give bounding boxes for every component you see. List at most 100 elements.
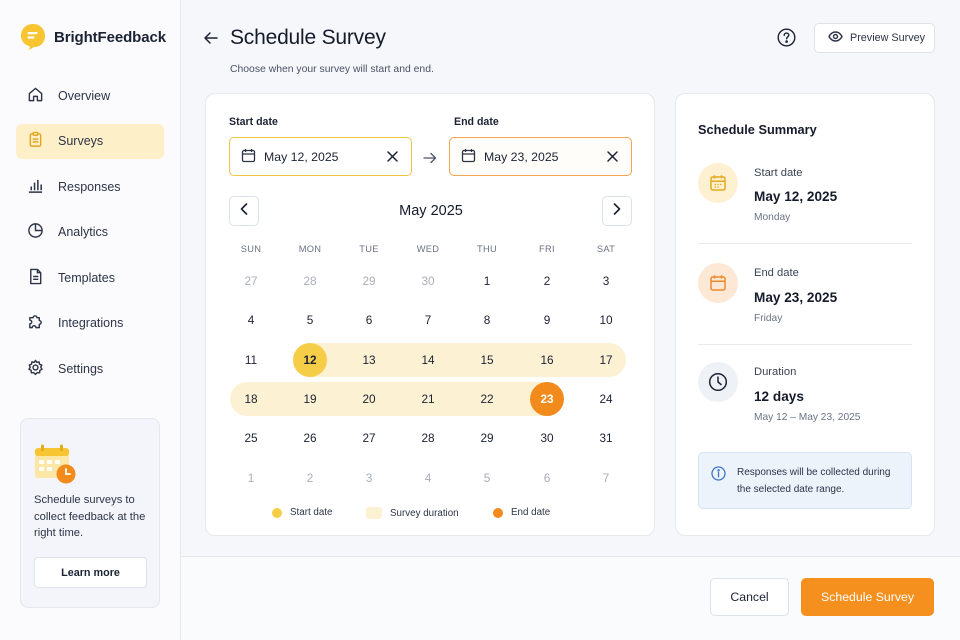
end-date-field[interactable]: May 23, 2025 [449, 137, 632, 176]
page-subtitle: Choose when your survey will start and e… [230, 64, 434, 75]
calendar-day[interactable]: 17 [589, 343, 623, 377]
calendar-day[interactable]: 5 [470, 461, 504, 495]
summary-end-value: May 23, 2025 [754, 290, 838, 305]
calendar-day[interactable]: 1 [470, 264, 504, 298]
preview-survey-button[interactable]: Preview Survey [814, 23, 935, 53]
end-date-swatch [493, 507, 503, 518]
calendar-day[interactable]: 24 [589, 382, 623, 416]
calendar-day[interactable]: 21 [411, 382, 445, 416]
calendar-icon [241, 148, 256, 166]
calendar-day[interactable]: 14 [411, 343, 445, 377]
calendar-day[interactable]: 15 [470, 343, 504, 377]
calendar-day[interactable]: 16 [530, 343, 564, 377]
weekday-header: WED [416, 244, 440, 254]
calendar-day[interactable]: 10 [589, 303, 623, 337]
calendar-day[interactable]: 27 [352, 421, 386, 455]
calendar-day[interactable]: 30 [530, 421, 564, 455]
sidebar-item-overview[interactable]: Overview [16, 78, 164, 113]
calendar-day[interactable]: 28 [411, 421, 445, 455]
calendar-day[interactable]: 3 [352, 461, 386, 495]
calendar-day[interactable]: 25 [234, 421, 268, 455]
weekday-header: TUE [359, 244, 379, 254]
schedule-summary-card: Schedule Summary Start date May 12, 2025… [675, 93, 935, 536]
clear-start-date-icon[interactable] [386, 150, 399, 163]
sidebar-nav: Overview Surveys Responses Analytics Tem… [16, 78, 164, 397]
sidebar-item-label: Surveys [58, 134, 104, 148]
summary-end-label: End date [754, 267, 799, 279]
calendar-day[interactable]: 29 [352, 264, 386, 298]
sidebar-item-integrations[interactable]: Integrations [16, 306, 164, 341]
calendar-day-end[interactable]: 23 [530, 382, 564, 416]
promo-card: Schedule surveys to collect feedback at … [20, 418, 160, 608]
cancel-button[interactable]: Cancel [710, 578, 789, 616]
selected-range-band [293, 343, 626, 377]
back-arrow-icon[interactable] [203, 30, 219, 46]
calendar-day[interactable]: 27 [234, 264, 268, 298]
clock-icon [698, 362, 738, 402]
sidebar-item-label: Integrations [58, 316, 124, 330]
clear-end-date-icon[interactable] [606, 150, 619, 163]
calendar-day[interactable]: 29 [470, 421, 504, 455]
chevron-right-icon [613, 202, 621, 220]
calendar-day[interactable]: 4 [411, 461, 445, 495]
sidebar-item-responses[interactable]: Responses [16, 169, 164, 204]
calendar-day[interactable]: 6 [352, 303, 386, 337]
pie-chart-icon [27, 222, 44, 242]
sidebar-item-label: Overview [58, 88, 111, 103]
calendar-day[interactable]: 2 [530, 264, 564, 298]
sidebar-item-label: Responses [58, 179, 121, 194]
promo-text: Schedule surveys to collect feedback at … [34, 494, 146, 539]
start-date-value: May 12, 2025 [264, 149, 339, 164]
calendar-day[interactable]: 9 [530, 303, 564, 337]
start-date-field[interactable]: May 12, 2025 [229, 137, 412, 176]
calendar-day[interactable]: 5 [293, 303, 327, 337]
calendar-day-start[interactable]: 12 [293, 343, 327, 377]
calendar-day[interactable]: 30 [411, 264, 445, 298]
legend-duration: Survey duration [366, 507, 459, 519]
calendar-day[interactable]: 6 [530, 461, 564, 495]
calendar-day[interactable]: 13 [352, 343, 386, 377]
calendar-day[interactable]: 3 [589, 264, 623, 298]
app-name: BrightFeedback [54, 28, 166, 46]
calendar-day[interactable]: 26 [293, 421, 327, 455]
start-date-label: Start date [229, 116, 278, 128]
calendar-day[interactable]: 7 [411, 303, 445, 337]
info-notice: Responses will be collected during the s… [698, 452, 912, 509]
weekday-header: SAT [596, 244, 616, 254]
calendar-day[interactable]: 8 [470, 303, 504, 337]
sidebar-item-label: Analytics [58, 225, 109, 239]
help-icon[interactable] [777, 28, 796, 47]
sidebar-item-surveys[interactable]: Surveys [16, 123, 164, 159]
calendar-day[interactable]: 19 [293, 382, 327, 416]
end-date-value: May 23, 2025 [484, 149, 559, 164]
start-calendar-icon [698, 163, 738, 203]
summary-start-weekday: Monday [754, 212, 791, 223]
legend-end: End date [493, 507, 550, 518]
legend-end-label: End date [511, 507, 551, 518]
calendar-day[interactable]: 2 [293, 461, 327, 495]
sidebar-item-settings[interactable]: Settings [16, 351, 164, 386]
legend-duration-label: Survey duration [390, 507, 459, 519]
summary-title: Schedule Summary [698, 122, 817, 137]
legend-start-label: Start date [290, 507, 333, 518]
schedule-survey-button[interactable]: Schedule Survey [801, 578, 934, 616]
calendar-day[interactable]: 4 [234, 303, 268, 337]
speech-bubble-logo-icon [20, 23, 46, 51]
calendar-day[interactable]: 11 [234, 343, 268, 377]
eye-icon [828, 31, 843, 45]
calendar-day[interactable]: 7 [589, 461, 623, 495]
sidebar-item-analytics[interactable]: Analytics [16, 215, 164, 250]
calendar-day[interactable]: 1 [234, 461, 268, 495]
duration-swatch [366, 507, 382, 519]
summary-start-value: May 12, 2025 [754, 189, 838, 204]
app-logo[interactable]: BrightFeedback [20, 23, 166, 51]
calendar-day[interactable]: 31 [589, 421, 623, 455]
calendar-day[interactable]: 28 [293, 264, 327, 298]
calendar-day[interactable]: 20 [352, 382, 386, 416]
sidebar-item-templates[interactable]: Templates [16, 260, 164, 295]
puzzle-icon [27, 313, 44, 333]
learn-more-button[interactable]: Learn more [34, 557, 147, 588]
next-month-button[interactable] [602, 196, 632, 226]
calendar-day[interactable]: 22 [470, 382, 504, 416]
calendar-day[interactable]: 18 [234, 382, 268, 416]
